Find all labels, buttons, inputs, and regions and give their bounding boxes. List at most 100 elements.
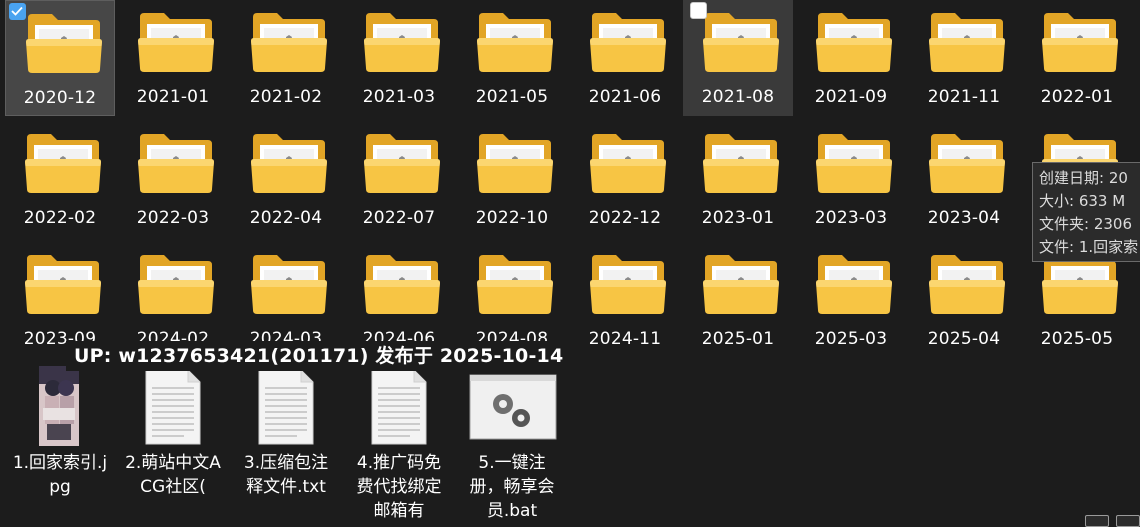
file-label: 2.萌站中文ACG社区( [125, 453, 221, 497]
file-item[interactable]: 3.压缩包注释文件.txt [231, 366, 341, 516]
tooltip-folders: 文件夹: 2306 [1039, 215, 1132, 233]
gears-icon [469, 374, 557, 440]
folder-item[interactable]: 2025-03 [796, 242, 906, 358]
folder-icon [590, 134, 666, 193]
folder-label: 2021-08 [701, 87, 775, 107]
folder-item[interactable]: 2021-01 [118, 0, 228, 116]
folder-icon [703, 13, 779, 72]
folder-item[interactable]: 2021-06 [570, 0, 680, 116]
folder-label: 2022-04 [249, 208, 323, 228]
folder-label: 2023-04 [927, 208, 1001, 228]
text-file-icon [258, 369, 314, 445]
folder-icon [1042, 255, 1118, 314]
folder-icon [26, 14, 102, 73]
folder-label: 2022-12 [588, 208, 662, 228]
folder-item[interactable]: 2023-01 [683, 121, 793, 237]
view-toggle-button[interactable] [1085, 515, 1109, 527]
text-file-icon [145, 369, 201, 445]
folder-icon [703, 255, 779, 314]
folder-label: 2025-03 [814, 329, 888, 349]
folder-icon [929, 255, 1005, 314]
folder-label: 2021-02 [249, 87, 323, 107]
folder-icon [929, 13, 1005, 72]
folder-item[interactable]: 2022-07 [344, 121, 454, 237]
tooltip-files: 文件: 1.回家索 [1039, 238, 1139, 256]
folder-icon [25, 255, 101, 314]
folder-icon [138, 255, 214, 314]
folder-icon [364, 255, 440, 314]
folder-item[interactable]: 2022-02 [5, 121, 115, 237]
file-item[interactable]: 4.推广码免费代找绑定邮箱有 [344, 366, 454, 521]
tooltip-created: 创建日期: 20 [1039, 169, 1128, 187]
folder-item[interactable]: 2023-04 [909, 121, 1019, 237]
checkbox[interactable] [9, 3, 26, 20]
folder-icon [816, 13, 892, 72]
folder-item[interactable]: 2021-09 [796, 0, 906, 116]
folder-label: 2021-06 [588, 87, 662, 107]
folder-tooltip: 创建日期: 20 大小: 633 M 文件夹: 2306 文件: 1.回家索 [1032, 162, 1140, 262]
uploader-caption: UP: w1237653421(201171) 发布于 2025-10-14 [66, 341, 564, 371]
folder-label: 2025-04 [927, 329, 1001, 349]
view-toggle-button[interactable] [1116, 515, 1140, 527]
folder-item[interactable]: 2022-12 [570, 121, 680, 237]
folder-item[interactable]: 2022-10 [457, 121, 567, 237]
tooltip-size: 大小: 633 M [1039, 192, 1126, 210]
folder-item[interactable]: 2022-03 [118, 121, 228, 237]
folder-icon [251, 13, 327, 72]
file-label: 1.回家索引.jpg [12, 453, 108, 497]
folder-label: 2021-03 [362, 87, 436, 107]
folder-label: 2020-12 [23, 88, 97, 108]
folder-label: 2022-07 [362, 208, 436, 228]
folder-icon [703, 134, 779, 193]
folder-label: 2022-10 [475, 208, 549, 228]
folder-icon [138, 13, 214, 72]
folder-label: 2021-01 [136, 87, 210, 107]
folder-label: 2023-03 [814, 208, 888, 228]
folder-label: 2022-01 [1040, 87, 1114, 107]
folder-label: 2022-02 [23, 208, 97, 228]
folder-item[interactable]: 2020-12 [5, 0, 115, 116]
folder-icon [477, 13, 553, 72]
folder-label: 2021-05 [475, 87, 549, 107]
file-label: 3.压缩包注释文件.txt [243, 453, 329, 497]
folder-icon [138, 134, 214, 193]
folder-icon [590, 13, 666, 72]
folder-icon [364, 134, 440, 193]
file-item[interactable]: 2.萌站中文ACG社区( [118, 366, 228, 516]
folder-item[interactable]: 2023-03 [796, 121, 906, 237]
folder-icon [590, 255, 666, 314]
folder-icon [25, 134, 101, 193]
folder-label: 2025-05 [1040, 329, 1114, 349]
folder-item[interactable]: 2022-04 [231, 121, 341, 237]
text-file-icon [371, 369, 427, 445]
folder-icon [816, 134, 892, 193]
file-item[interactable]: 5.一键注册，畅享会员.bat [457, 366, 567, 521]
folder-icon [1042, 13, 1118, 72]
folder-item[interactable]: 2021-03 [344, 0, 454, 116]
folder-icon [816, 255, 892, 314]
folder-label: 2021-11 [927, 87, 1001, 107]
folder-item[interactable]: 2021-02 [231, 0, 341, 116]
folder-item[interactable]: 2024-11 [570, 242, 680, 358]
folder-item[interactable]: 2022-01 [1022, 0, 1132, 116]
folder-item[interactable]: 2025-04 [909, 242, 1019, 358]
checkbox[interactable] [690, 2, 707, 19]
folder-icon [477, 134, 553, 193]
folder-item[interactable]: 2021-05 [457, 0, 567, 116]
folder-label: 2024-11 [588, 329, 662, 349]
folder-item[interactable]: 2021-08 [683, 0, 793, 116]
folder-item[interactable]: 2025-01 [683, 242, 793, 358]
file-item[interactable]: 1.回家索引.jpg [5, 366, 115, 516]
folder-icon [251, 134, 327, 193]
folder-item[interactable]: 2021-11 [909, 0, 1019, 116]
file-label: 4.推广码免费代找绑定邮箱有 [356, 453, 442, 521]
folder-label: 2023-01 [701, 208, 775, 228]
folder-label: 2021-09 [814, 87, 888, 107]
file-label: 5.一键注册，畅享会员.bat [469, 453, 555, 521]
image-thumbnail-icon [39, 366, 79, 446]
folder-icon [929, 134, 1005, 193]
folder-label: 2022-03 [136, 208, 210, 228]
folder-icon [251, 255, 327, 314]
folder-label: 2025-01 [701, 329, 775, 349]
folder-icon [477, 255, 553, 314]
